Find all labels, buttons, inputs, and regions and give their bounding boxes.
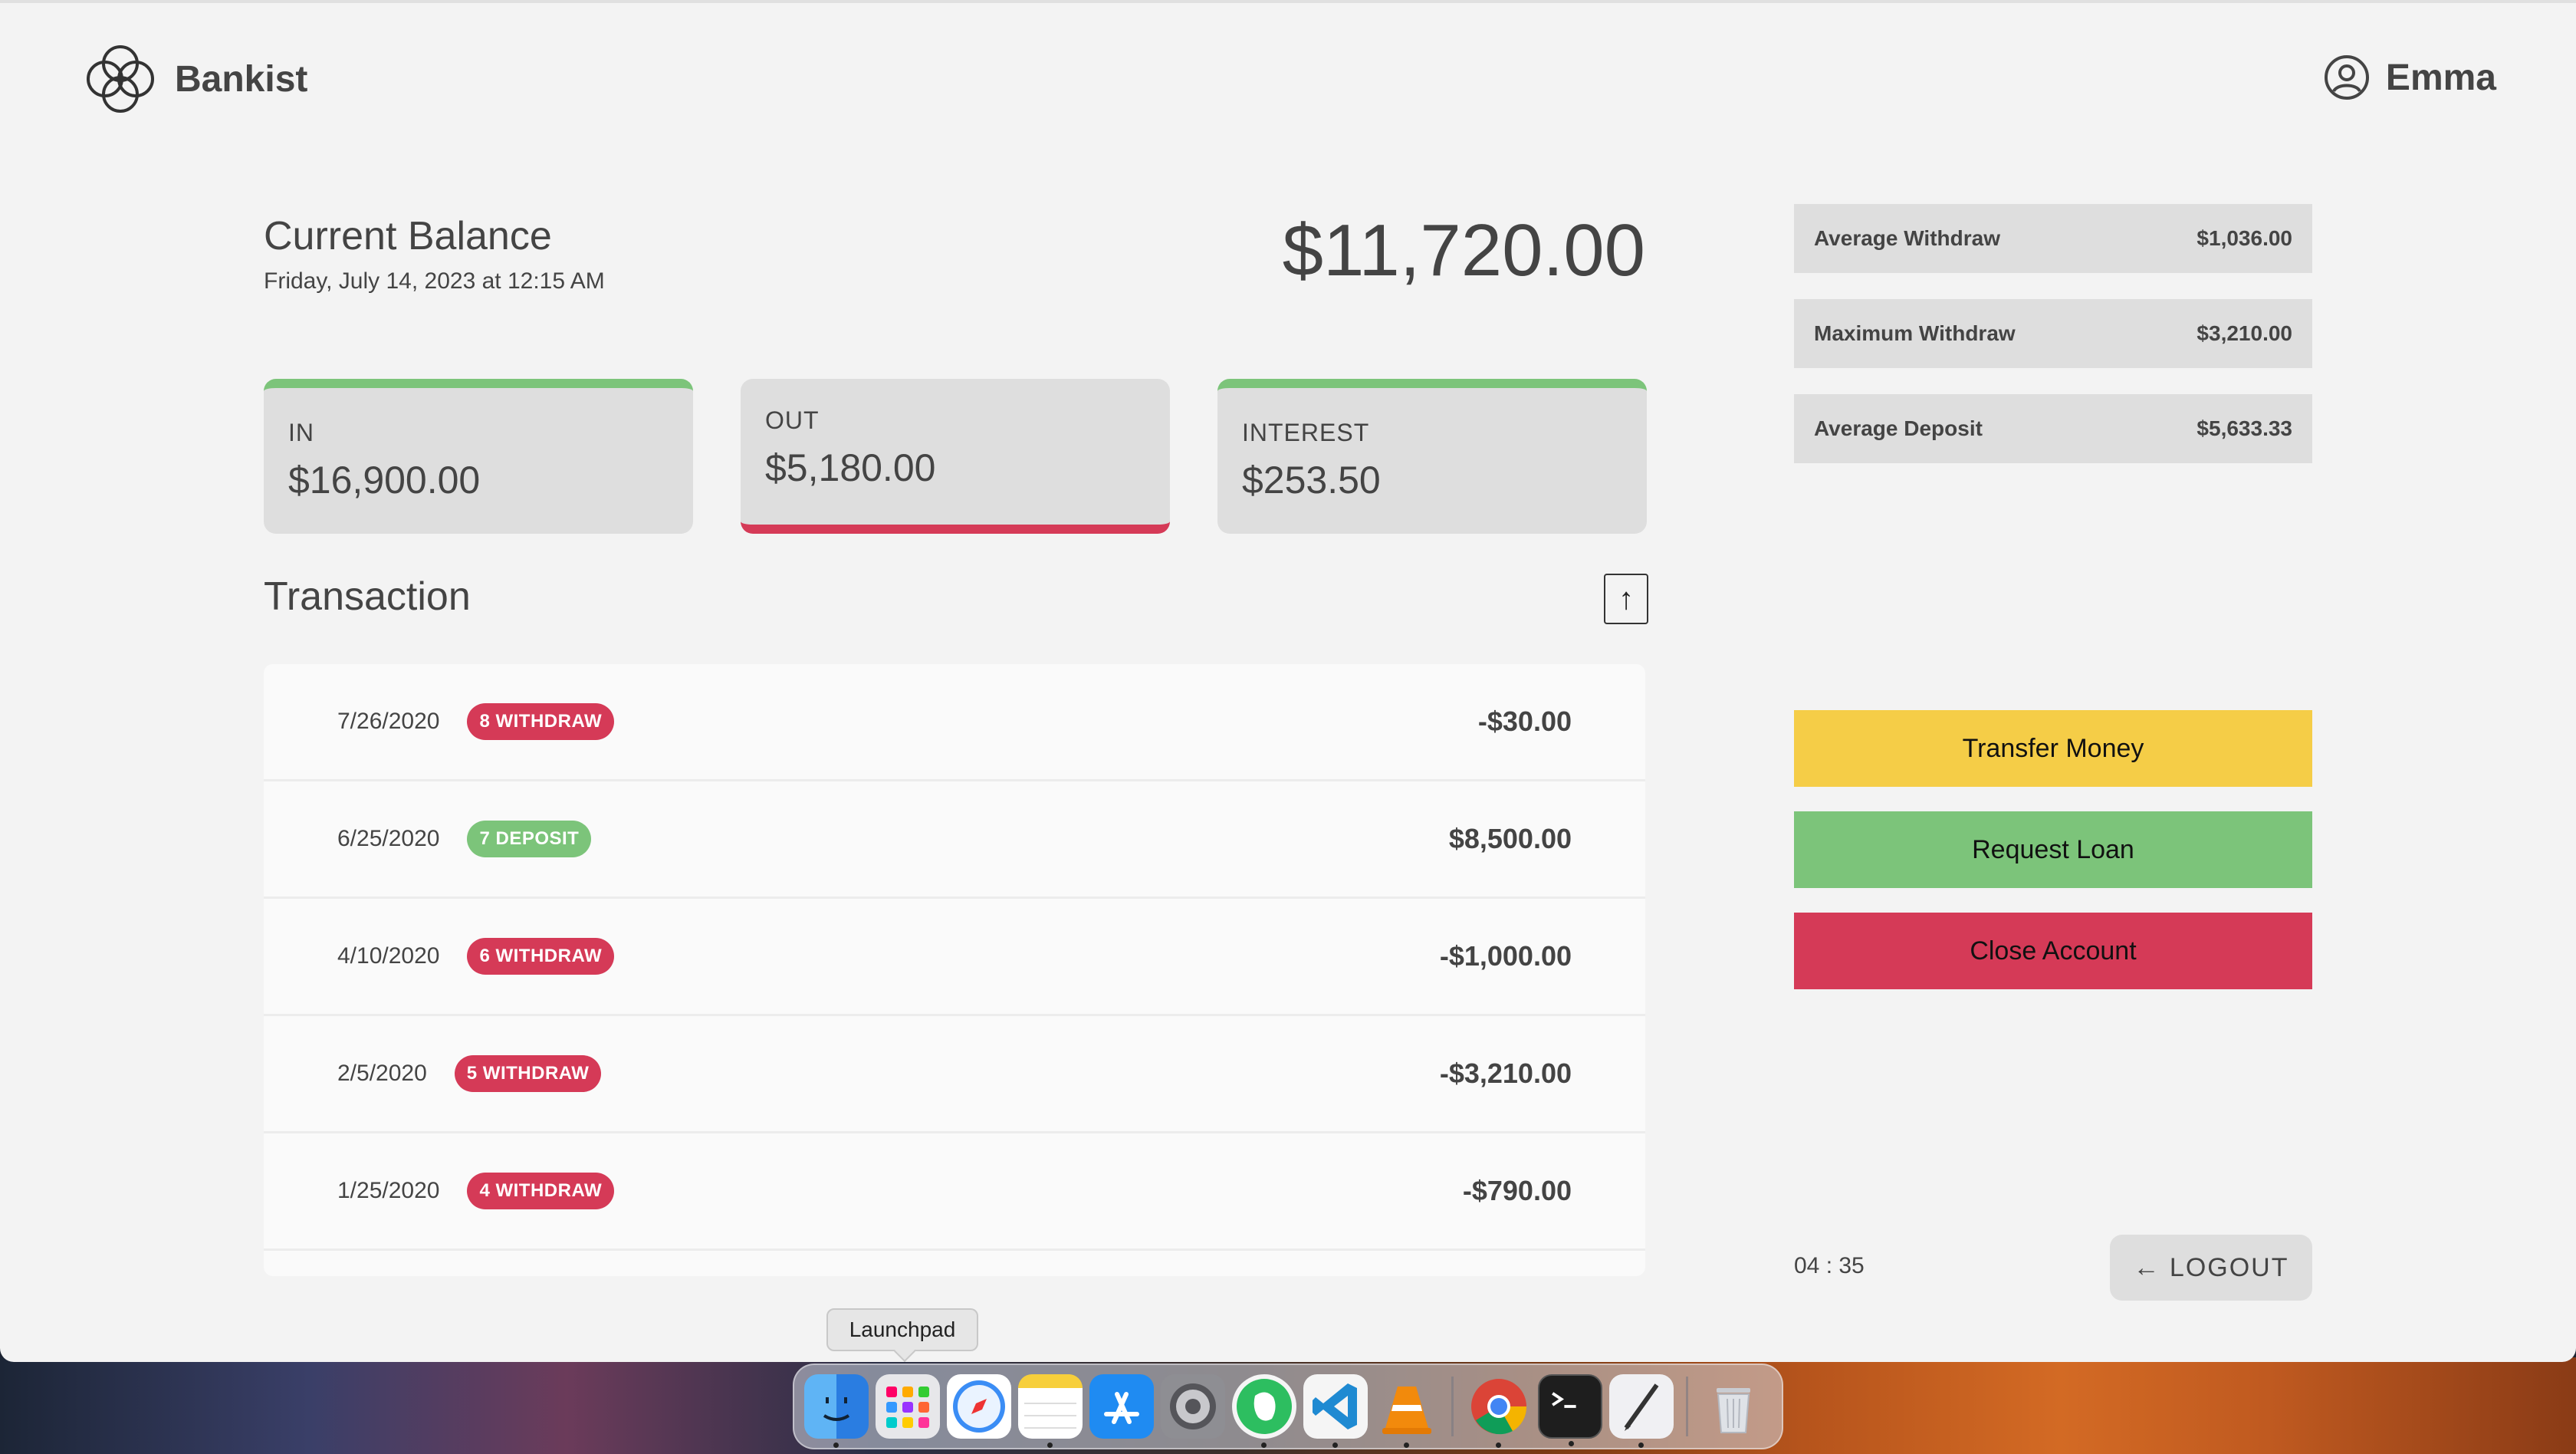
transaction-date: 1/25/2020 (337, 1178, 440, 1203)
table-row: 6/25/2020 7 DEPOSIT $8,500.00 (264, 781, 1645, 899)
transaction-date: 4/10/2020 (337, 943, 440, 969)
transaction-amount: -$1,000.00 (1439, 940, 1572, 972)
stat-label: Maximum Withdraw (1814, 321, 2016, 345)
summary-interest-card: INTEREST $253.50 (1217, 379, 1647, 534)
transaction-amount: -$790.00 (1462, 1175, 1572, 1206)
transaction-type-badge: 5 WITHDRAW (454, 1055, 602, 1092)
balance-value: $11,720.00 (1282, 209, 1645, 291)
system-settings-icon[interactable] (1160, 1374, 1225, 1439)
stat-label: Average Deposit (1814, 416, 1983, 440)
transaction-title: Transaction (264, 574, 471, 619)
transaction-type-badge: 7 DEPOSIT (467, 821, 592, 857)
dock (793, 1364, 1783, 1449)
vscode-icon[interactable] (1303, 1374, 1368, 1448)
dock-separator (1686, 1377, 1688, 1436)
transaction-amount: -$3,210.00 (1439, 1058, 1572, 1089)
summary-in-card: IN $16,900.00 (264, 379, 693, 534)
notes-icon[interactable] (1017, 1374, 1083, 1448)
finder-icon[interactable] (803, 1374, 869, 1448)
brand-name: Bankist (175, 58, 308, 100)
transfer-money-button[interactable]: Transfer Money (1794, 710, 2312, 787)
balance-label: Current Balance (264, 214, 552, 258)
stat-label: Average Withdraw (1814, 226, 2000, 250)
app-store-icon[interactable] (1089, 1374, 1154, 1439)
stat-value: $5,633.33 (2196, 416, 2292, 440)
table-row: 1/25/2020 4 WITHDRAW -$790.00 (264, 1133, 1645, 1251)
table-row: 4/10/2020 6 WITHDRAW -$1,000.00 (264, 899, 1645, 1016)
transaction-list[interactable]: 7/26/2020 8 WITHDRAW -$30.00 6/25/2020 7… (264, 664, 1645, 1276)
table-row: 7/26/2020 8 WITHDRAW -$30.00 (264, 664, 1645, 781)
request-loan-button[interactable]: Request Loan (1794, 811, 2312, 888)
stat-value: $1,036.00 (2196, 226, 2292, 250)
browser-window: Bankist Emma Current Balance Friday, Jul… (0, 0, 2576, 1362)
summary-in-value: $16,900.00 (288, 459, 481, 502)
launchpad-icon[interactable] (875, 1374, 940, 1439)
chrome-icon[interactable] (1467, 1374, 1531, 1448)
bankist-logo-icon (87, 45, 154, 113)
table-row: 2/5/2020 5 WITHDRAW -$3,210.00 (264, 1016, 1645, 1133)
transaction-date: 7/26/2020 (337, 709, 440, 734)
user-icon (2324, 55, 2369, 100)
transaction-amount: -$30.00 (1477, 706, 1572, 737)
safari-icon[interactable] (946, 1374, 1011, 1439)
stat-value: $3,210.00 (2196, 321, 2292, 345)
transaction-type-badge: 4 WITHDRAW (467, 1173, 615, 1209)
script-editor-icon[interactable] (1608, 1374, 1674, 1448)
summary-out-value: $5,180.00 (765, 446, 936, 489)
stat-maximum-withdraw: Maximum Withdraw $3,210.00 (1794, 299, 2312, 368)
user-name: Emma (2385, 57, 2496, 98)
evernote-icon[interactable] (1231, 1374, 1296, 1448)
summary-interest-label: INTEREST (1242, 419, 1370, 446)
transaction-amount: $8,500.00 (1448, 823, 1572, 854)
transaction-date: 6/25/2020 (337, 826, 440, 851)
user-profile[interactable]: Emma (2323, 54, 2496, 101)
sort-button[interactable]: ↑ (1604, 574, 1648, 624)
transaction-type-badge: 6 WITHDRAW (467, 938, 615, 975)
close-account-button[interactable]: Close Account (1794, 913, 2312, 989)
logout-button[interactable]: ← LOGOUT (2110, 1235, 2312, 1301)
balance-date: Friday, July 14, 2023 at 12:15 AM (264, 268, 605, 294)
summary-in-label: IN (288, 419, 314, 446)
vlc-icon[interactable] (1375, 1374, 1439, 1448)
dock-separator (1451, 1377, 1454, 1436)
logout-timer: 04 : 35 (1794, 1253, 1865, 1278)
transaction-type-badge: 8 WITHDRAW (467, 703, 615, 740)
stat-average-deposit: Average Deposit $5,633.33 (1794, 394, 2312, 463)
brand: Bankist (78, 37, 307, 121)
summary-interest-value: $253.50 (1242, 459, 1381, 502)
terminal-icon[interactable] (1537, 1374, 1602, 1446)
summary-out-label: OUT (765, 406, 820, 434)
dock-tooltip: Launchpad (826, 1308, 978, 1351)
trash-icon[interactable] (1701, 1374, 1766, 1439)
stat-average-withdraw: Average Withdraw $1,036.00 (1794, 204, 2312, 273)
transaction-date: 2/5/2020 (337, 1061, 427, 1086)
summary-out-card: OUT $5,180.00 (741, 379, 1170, 534)
